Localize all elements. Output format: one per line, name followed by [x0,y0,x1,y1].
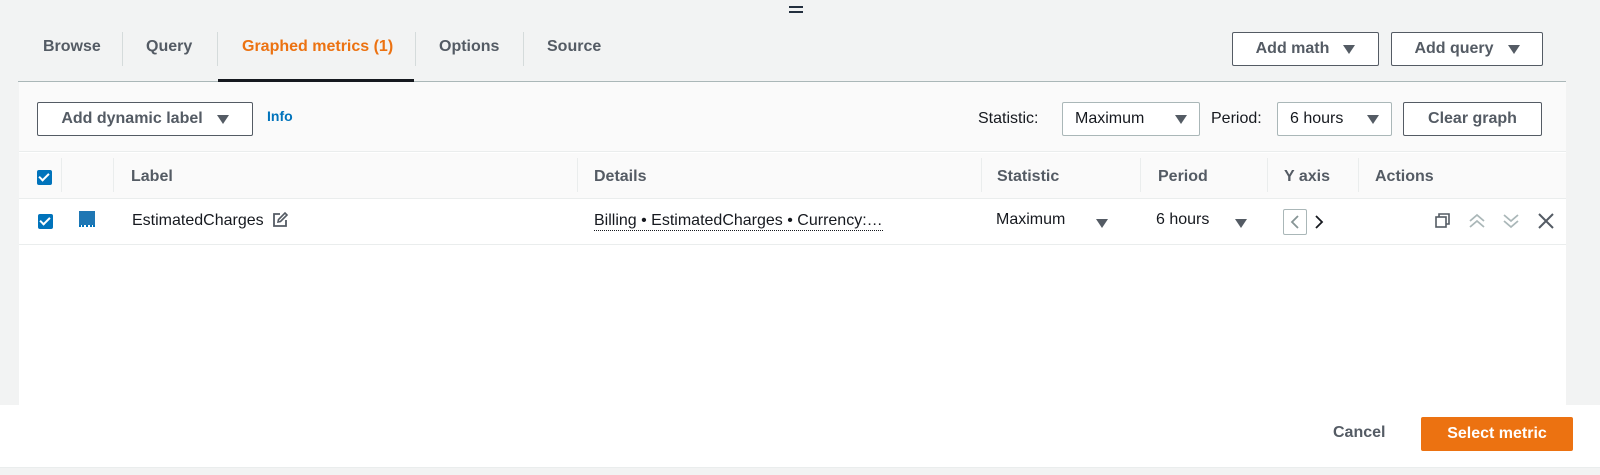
column-header-y-axis: Y axis [1284,168,1330,185]
column-divider [113,158,114,192]
row-divider [19,244,1566,245]
caret-down-icon [1367,114,1379,124]
tab-divider [217,32,218,66]
row-period-caret-icon[interactable] [1235,215,1247,233]
resize-handle-icon[interactable] [789,4,803,14]
duplicate-icon[interactable] [1434,212,1452,230]
column-header-actions: Actions [1375,168,1434,185]
add-math-button[interactable]: Add math [1232,32,1379,66]
period-label: Period: [1211,110,1262,127]
tab-browse[interactable]: Browse [43,38,101,62]
move-down-icon[interactable] [1501,212,1521,230]
row-checkbox[interactable] [38,214,53,229]
column-header-details[interactable]: Details [594,168,646,186]
row-statistic-caret-icon[interactable] [1096,215,1108,233]
tab-divider [415,32,416,66]
select-all-checkbox[interactable] [37,170,52,185]
row-statistic-select[interactable]: Maximum [996,211,1065,229]
column-divider [61,158,62,192]
period-select-value: 6 hours [1290,110,1344,127]
column-divider [1140,158,1141,192]
caret-down-icon [216,114,229,124]
add-query-button[interactable]: Add query [1391,32,1543,66]
column-header-label[interactable]: Label [131,168,173,186]
metric-label: EstimatedCharges [132,212,264,229]
statistic-label: Statistic: [978,110,1039,127]
edit-label-icon[interactable] [271,211,289,229]
clear-graph-button[interactable]: Clear graph [1403,102,1542,136]
tab-query[interactable]: Query [146,38,192,62]
add-dynamic-label-button[interactable]: Add dynamic label [37,102,253,136]
tab-source[interactable]: Source [547,38,601,62]
table-header [19,153,1566,199]
period-select[interactable]: 6 hours [1277,102,1392,136]
add-math-label: Add math [1255,40,1330,57]
statistic-select-value: Maximum [1075,110,1145,127]
metric-details[interactable]: Billing • EstimatedCharges • Currency:… [594,212,883,231]
bottom-strip [0,467,1600,475]
row-period-select[interactable]: 6 hours [1156,211,1209,229]
column-divider [1267,158,1268,192]
tab-graphed-metrics[interactable]: Graphed metrics (1) [242,38,393,62]
cancel-button[interactable]: Cancel [1333,424,1385,442]
caret-down-icon [1175,114,1187,124]
column-divider [1358,158,1359,192]
caret-down-icon [1507,44,1520,54]
tab-divider [523,32,524,66]
clear-graph-label: Clear graph [1428,110,1517,127]
metric-details-text[interactable]: Billing • EstimatedCharges • Currency:… [594,212,883,231]
column-divider [577,158,578,192]
chevron-left-icon [1290,215,1299,229]
add-dynamic-label-label: Add dynamic label [61,110,203,127]
tab-options[interactable]: Options [439,38,499,62]
y-axis-right-button[interactable] [1309,209,1329,235]
tab-divider [122,32,123,66]
move-up-icon[interactable] [1467,212,1487,230]
series-color-underline [79,211,95,227]
chevron-right-icon [1315,215,1324,229]
select-metric-button[interactable]: Select metric [1421,417,1573,451]
add-query-label: Add query [1414,40,1494,57]
column-divider [981,158,982,192]
row-statistic-value: Maximum [996,211,1066,228]
column-header-period[interactable]: Period [1158,168,1208,186]
info-link[interactable]: Info [267,108,293,124]
statistic-select[interactable]: Maximum [1062,102,1200,136]
caret-down-icon [1343,44,1356,54]
y-axis-left-button[interactable] [1283,209,1307,235]
column-header-statistic[interactable]: Statistic [997,168,1059,186]
row-period-value: 6 hours [1156,211,1210,228]
remove-metric-icon[interactable] [1537,212,1555,230]
